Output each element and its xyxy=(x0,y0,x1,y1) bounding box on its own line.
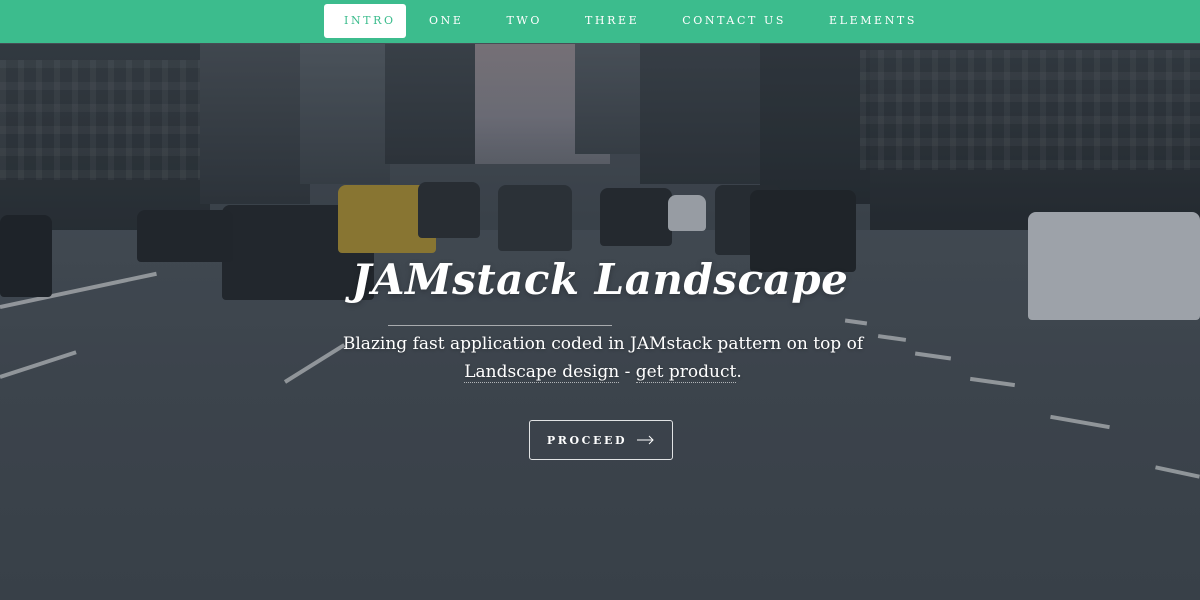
subtitle-separator: - xyxy=(619,362,636,382)
subtitle-text: Blazing fast application coded in JAMsta… xyxy=(342,334,864,354)
nav-item-elements[interactable]: ELEMENTS xyxy=(809,4,937,38)
subtitle-period: . xyxy=(736,362,742,382)
landscape-design-link[interactable]: Landscape design xyxy=(464,362,620,383)
hero-subtitle: Blazing fast application coded in JAMsta… xyxy=(330,330,876,386)
title-divider xyxy=(388,325,612,326)
top-nav-bar: INTRO ONE TWO THREE CONTACT US ELEMENTS xyxy=(0,0,1200,43)
landing-page: INTRO ONE TWO THREE CONTACT US ELEMENTS … xyxy=(0,0,1200,600)
nav-item-one[interactable]: ONE xyxy=(409,4,483,38)
proceed-button[interactable]: PROCEED xyxy=(529,420,673,460)
nav-item-two[interactable]: TWO xyxy=(486,4,561,38)
nav-item-intro[interactable]: INTRO xyxy=(324,4,406,38)
nav-item-three[interactable]: THREE xyxy=(565,4,659,38)
nav-menu: INTRO ONE TWO THREE CONTACT US ELEMENTS xyxy=(324,4,940,38)
get-product-link[interactable]: get product xyxy=(635,362,737,383)
hero-banner: JAMstack Landscape Blazing fast applicat… xyxy=(0,0,1200,600)
arrow-right-icon xyxy=(637,435,654,445)
nav-item-contact-us[interactable]: CONTACT US xyxy=(662,4,806,38)
hero-title: JAMstack Landscape xyxy=(351,255,849,304)
proceed-button-label: PROCEED xyxy=(546,433,628,447)
